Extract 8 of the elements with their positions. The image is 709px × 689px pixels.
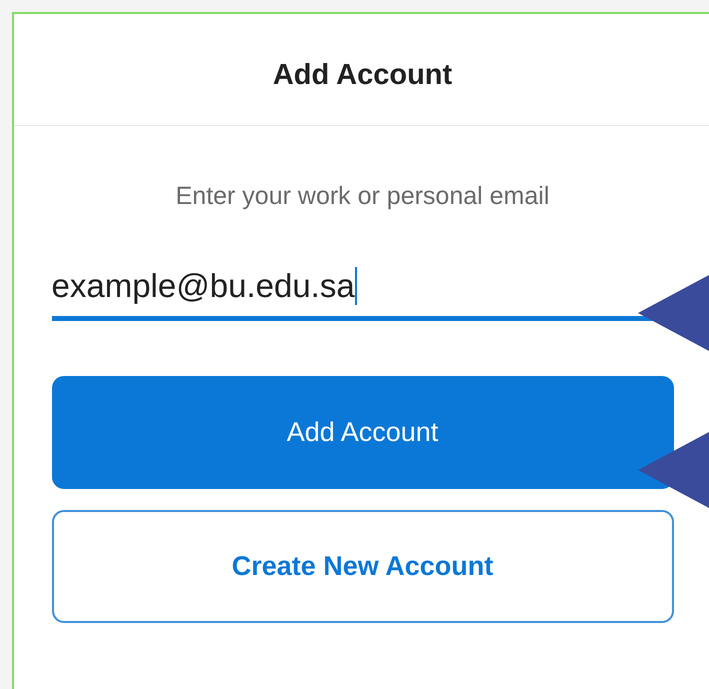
add-account-button[interactable]: Add Account: [52, 376, 674, 488]
pointer-arrow-icon: [638, 275, 709, 351]
instruction-text: Enter your work or personal email: [176, 181, 550, 212]
text-cursor: [354, 266, 357, 304]
dialog-title: Add Account: [272, 58, 452, 93]
email-value: example@bu.edu.sa: [52, 269, 355, 302]
pointer-arrow-icon: [638, 432, 709, 508]
create-account-button[interactable]: Create New Account: [52, 510, 674, 622]
